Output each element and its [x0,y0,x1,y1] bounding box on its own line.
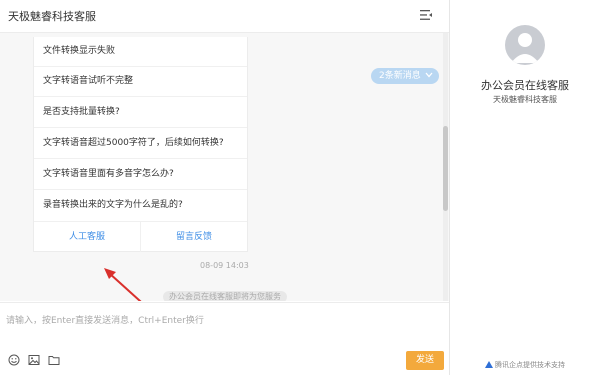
message-list[interactable]: 文件转换显示失败 文字转语音试听不完整 是否支持批量转换? 文字转语音超过500… [0,33,449,301]
faq-item[interactable]: 文件转换显示失败 [34,37,247,67]
agent-company: 天极魅睿科技客服 [493,95,557,104]
chat-title: 天极魅睿科技客服 [8,10,96,23]
chat-scrollbar[interactable] [443,33,448,301]
avatar [505,25,545,65]
message-input[interactable] [6,311,436,331]
faq-item[interactable]: 文字转语音试听不完整 [34,67,247,97]
faq-item[interactable]: 录音转换出来的文字为什么是乱的? [34,191,247,221]
faq-item[interactable]: 文字转语音超过5000字符了，后续如何转换? [34,129,247,159]
message-composer: 发送 [0,302,449,376]
chat-header: 天极魅睿科技客服 [0,0,449,33]
faq-item[interactable]: 是否支持批量转换? [34,98,247,128]
chat-panel: 天极魅睿科技客服 文件转换显示失败 文字转语音试听不完整 是否支持批量转换? 文… [0,0,449,376]
new-messages-label: 2条新消息 [379,71,421,81]
faq-actions: 人工客服 留言反馈 [34,221,247,252]
image-icon[interactable] [28,354,40,366]
folder-icon[interactable] [48,354,60,366]
agent-name: 办公会员在线客服 [481,79,569,92]
faq-item[interactable]: 文字转语音里面有多音字怎么办? [34,160,247,190]
system-notice: 办公会员在线客服即将为您服务 [163,291,287,301]
agent-info-panel: 办公会员在线客服 天极魅睿科技客服 腾讯企点提供技术支持 [450,0,600,375]
send-button[interactable]: 发送 [406,351,444,370]
scrollbar-thumb[interactable] [443,126,448,211]
faq-card: 文件转换显示失败 文字转语音试听不完整 是否支持批量转换? 文字转语音超过500… [33,37,248,252]
message-timestamp: 08-09 14:03 [200,261,249,270]
tencent-qidian-logo-icon [485,361,493,368]
user-avatar-icon [511,33,539,63]
list-collapse-icon[interactable] [419,8,433,22]
human-service-link[interactable]: 人工客服 [34,222,141,252]
tech-support-note: 腾讯企点提供技术支持 [450,360,600,370]
emoji-icon[interactable] [8,354,20,366]
chevron-down-icon [425,72,433,78]
new-messages-badge[interactable]: 2条新消息 [371,68,439,84]
leave-feedback-link[interactable]: 留言反馈 [141,222,247,252]
tech-support-text: 腾讯企点提供技术支持 [495,361,565,369]
red-arrow-annotation [104,268,142,301]
